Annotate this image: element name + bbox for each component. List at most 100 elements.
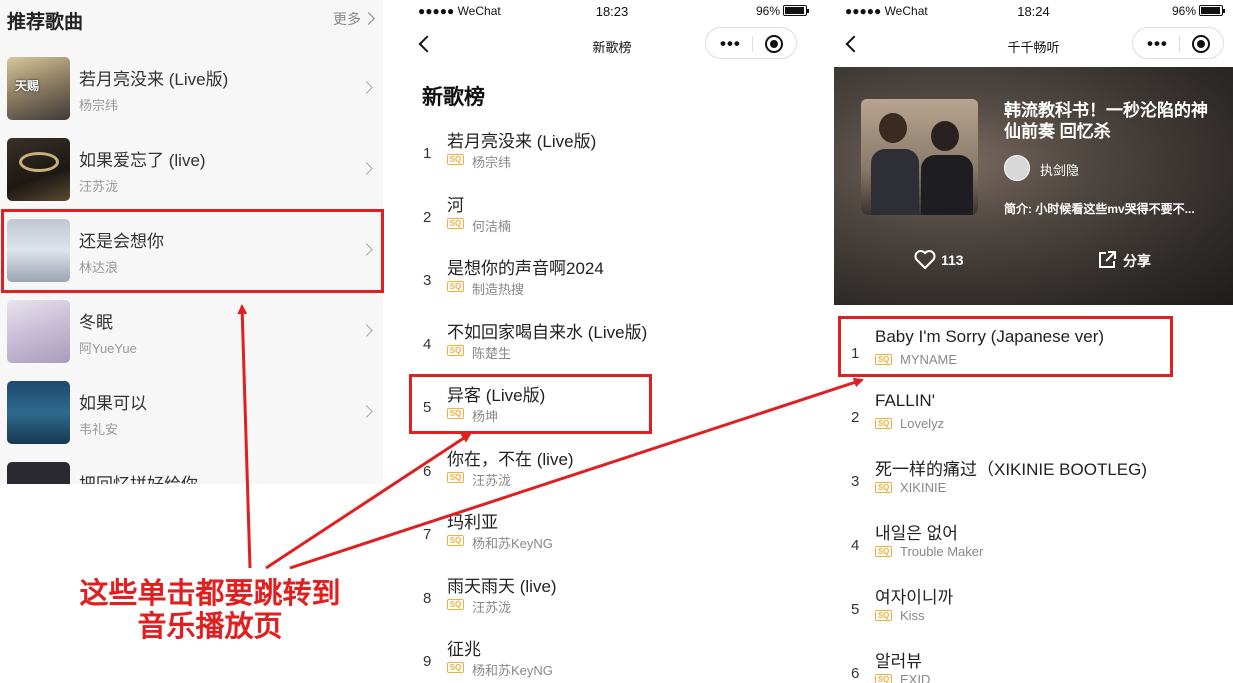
sq-badge-icon: SQ <box>875 354 892 365</box>
song-title: 河 <box>447 195 464 215</box>
song-artist: 杨宗纬 <box>79 98 119 113</box>
mini-program-capsule[interactable]: ••• <box>1132 27 1224 59</box>
song-row[interactable]: 4 不如回家喝自来水 (Live版) SQ 陈楚生 <box>407 318 817 378</box>
song-title: 不如回家喝自来水 (Live版) <box>447 322 648 342</box>
song-title: 알러뷰 <box>875 652 922 671</box>
song-row[interactable]: 如果爱忘了 (live) 汪苏泷 <box>0 138 383 219</box>
song-title: Baby I'm Sorry (Japanese ver) <box>875 327 1105 346</box>
song-row[interactable]: 5 여자이니까 SQ Kiss <box>834 583 1233 643</box>
song-artist: 杨宗纬 <box>472 155 512 170</box>
song-rank: 2 <box>851 409 860 426</box>
song-row[interactable]: 冬眠 阿YueYue <box>0 300 383 381</box>
song-row[interactable]: 3 是想你的声音啊2024 SQ 制造热搜 <box>407 254 817 314</box>
song-title: 把回忆拼好给你 <box>79 470 198 484</box>
album-cover <box>7 381 70 444</box>
playlist-owner[interactable]: 执剑隐 <box>1040 160 1079 179</box>
more-label: 更多 <box>333 11 361 27</box>
song-title: 如果可以 <box>79 394 147 413</box>
song-title: 若月亮没来 (Live版) <box>447 132 597 151</box>
status-bar: ●●●●● WeChat 18:24 96% <box>834 0 1233 22</box>
like-count: 113 <box>941 252 964 268</box>
song-row[interactable]: 还是会想你 林达浪 <box>0 219 383 300</box>
recommended-songs-panel: 推荐歌曲 更多 天赐 若月亮没来 (Live版) 杨宗纬 如果爱忘了 (live… <box>0 0 383 484</box>
more-dots-icon: ••• <box>720 34 741 53</box>
song-artist: 杨坤 <box>472 409 499 424</box>
sq-badge-icon: SQ <box>875 482 892 493</box>
song-rank: 4 <box>423 335 432 353</box>
song-row[interactable]: 把回忆拼好给你 <box>0 462 383 484</box>
song-artist: MYNAME <box>900 352 958 367</box>
album-cover <box>7 462 70 484</box>
song-row[interactable]: 2 河 SQ 何洁楠 <box>407 191 817 251</box>
more-dots-icon: ••• <box>1147 34 1168 53</box>
song-artist: Trouble Maker <box>900 544 984 559</box>
song-rank: 7 <box>423 526 432 543</box>
playlist-header: 韩流教科书！一秒沦陷的神仙前奏 回忆杀 执剑隐 简介: 小时候看这些mv哭得不要… <box>834 67 1233 305</box>
more-link[interactable]: 更多 <box>333 9 375 29</box>
song-artist: 汪苏泷 <box>472 599 512 615</box>
battery-icon <box>783 5 809 16</box>
song-row[interactable]: 7 玛利亚 SQ 杨和苏KeyNG <box>407 508 817 568</box>
song-title: FALLIN' <box>875 391 935 410</box>
sq-badge-icon: SQ <box>447 535 464 546</box>
song-title: 你在，不在 (live) <box>447 449 574 469</box>
sq-badge-icon: SQ <box>447 408 464 419</box>
song-rank: 5 <box>851 601 860 618</box>
playlist-description[interactable]: 简介: 小时候看这些mv哭得不要不... <box>1004 200 1214 217</box>
user-avatar[interactable] <box>1004 155 1030 181</box>
song-rank: 4 <box>851 537 860 554</box>
song-row[interactable]: 1 Baby I'm Sorry (Japanese ver) SQ MYNAME <box>834 327 1233 387</box>
song-artist: 韦礼安 <box>79 422 119 437</box>
sq-badge-icon: SQ <box>447 281 464 292</box>
song-row[interactable]: 3 死一样的痛过（XIKINIE BOOTLEG) SQ XIKINIE <box>834 455 1233 515</box>
like-button[interactable]: 113 <box>914 250 964 269</box>
mini-program-capsule[interactable]: ••• <box>705 27 797 59</box>
song-rank: 5 <box>423 399 432 416</box>
song-row[interactable]: 1 若月亮没来 (Live版) SQ 杨宗纬 <box>407 127 817 187</box>
song-title: 如果爱忘了 (live) <box>79 151 206 170</box>
song-rank: 3 <box>423 272 432 289</box>
song-rank: 1 <box>423 145 432 162</box>
song-artist: 汪苏泷 <box>472 472 512 488</box>
page-title: 新歌榜 <box>422 86 485 109</box>
status-bar: ●●●●● WeChat 18:23 96% <box>407 0 817 22</box>
chevron-right-icon <box>362 12 375 25</box>
chevron-right-icon <box>360 405 373 418</box>
song-title: 若月亮没来 (Live版) <box>79 70 229 89</box>
song-title: 还是会想你 <box>79 232 164 251</box>
close-circle-icon <box>765 35 783 53</box>
song-title: 玛利亚 <box>447 513 498 532</box>
sq-badge-icon: SQ <box>447 344 464 356</box>
playlist-screen: ●●●●● WeChat 18:24 96% 千千畅听 ••• 韩流教科书！一秒… <box>834 0 1233 683</box>
song-rank: 8 <box>423 589 432 607</box>
song-row[interactable]: 4 내일은 없어 SQ Trouble Maker <box>834 519 1233 579</box>
album-cover <box>7 219 70 282</box>
song-row[interactable]: 6 알러뷰 SQ EXID <box>834 647 1233 683</box>
sq-badge-icon: SQ <box>875 610 892 621</box>
song-row[interactable]: 2 FALLIN' SQ Lovelyz <box>834 391 1233 451</box>
battery-indicator: 96% <box>1172 4 1225 18</box>
section-title: 推荐歌曲 <box>7 12 84 33</box>
battery-icon <box>1199 5 1225 16</box>
song-title: 여자이니까 <box>875 588 954 607</box>
song-row[interactable]: 天赐 若月亮没来 (Live版) 杨宗纬 <box>0 57 383 138</box>
share-button[interactable]: 分享 <box>1097 250 1151 271</box>
song-rank: 6 <box>423 462 432 480</box>
song-rank: 3 <box>851 473 860 490</box>
song-row[interactable]: 5 异客 (Live版) SQ 杨坤 <box>407 381 817 441</box>
chevron-right-icon <box>360 162 373 175</box>
song-title: 내일은 없어 <box>875 524 958 543</box>
sq-badge-icon: SQ <box>875 418 892 429</box>
song-row[interactable]: 8 雨天雨天 (live) SQ 汪苏泷 <box>407 572 817 632</box>
share-icon <box>1099 251 1116 268</box>
song-row[interactable]: 6 你在，不在 (live) SQ 汪苏泷 <box>407 445 817 505</box>
sq-badge-icon: SQ <box>447 217 464 229</box>
song-artist: 汪苏泷 <box>79 179 119 194</box>
song-rank: 9 <box>423 653 432 670</box>
song-artist: Kiss <box>900 608 925 623</box>
new-songs-chart-screen: ●●●●● WeChat 18:23 96% 新歌榜 ••• 新歌榜 1 若月亮没… <box>407 0 817 683</box>
sq-badge-icon: SQ <box>875 674 892 683</box>
song-row[interactable]: 9 征兆 SQ 杨和苏KeyNG <box>407 635 817 683</box>
song-rank: 1 <box>851 345 860 362</box>
song-row[interactable]: 如果可以 韦礼安 <box>0 381 383 462</box>
